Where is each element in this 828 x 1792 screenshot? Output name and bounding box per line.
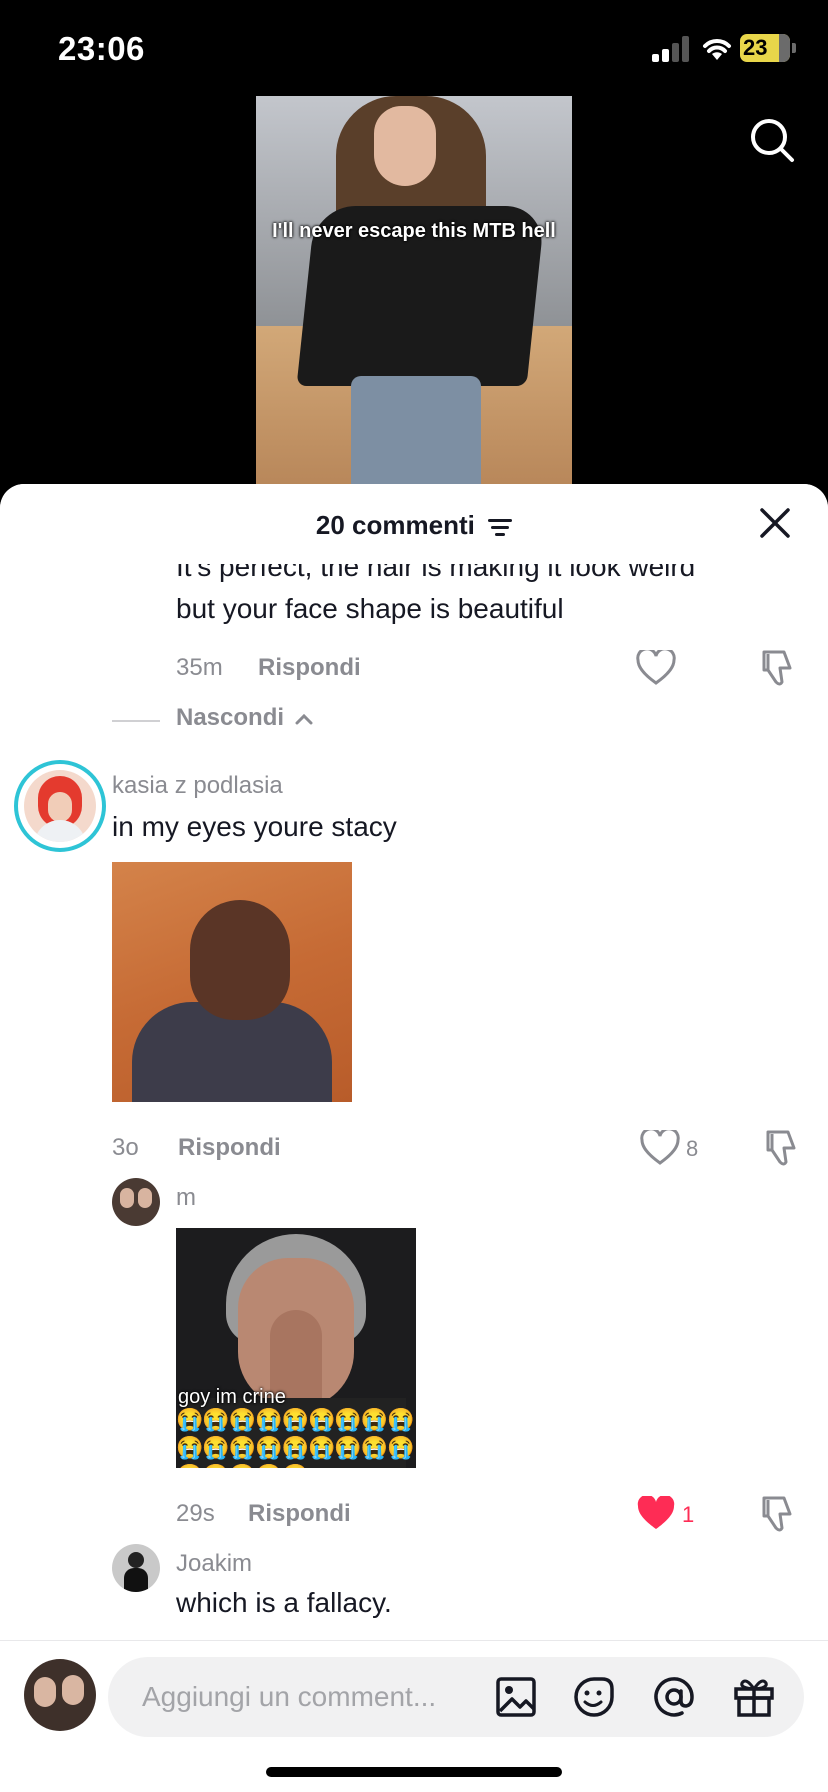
- battery-icon: 23: [740, 34, 790, 62]
- hide-replies-label: Nascondi: [176, 704, 285, 731]
- comments-sheet: It’s perfect, the hair is making it look…: [0, 484, 828, 1792]
- search-icon[interactable]: [748, 116, 796, 164]
- video-player[interactable]: I'll never escape this MTB hell: [256, 96, 572, 484]
- hide-replies-button[interactable]: Nascondi: [176, 704, 313, 732]
- image-icon[interactable]: [494, 1675, 538, 1719]
- status-time: 23:06: [58, 30, 145, 67]
- heart-filled-icon[interactable]: [636, 1496, 676, 1532]
- reply-button[interactable]: Rispondi: [258, 654, 361, 682]
- video-caption: I'll never escape this MTB hell: [272, 220, 556, 242]
- battery-level: 23: [743, 35, 768, 60]
- chevron-up-icon: [295, 713, 313, 725]
- comment-count-label: 20 commenti: [315, 510, 475, 540]
- status-bar: 23:06 23: [0, 0, 828, 96]
- reply-button[interactable]: Rispondi: [178, 1134, 281, 1162]
- divider-line: [112, 720, 160, 722]
- comment-input[interactable]: Aggiungi un comment...: [108, 1657, 804, 1737]
- comment-count[interactable]: 20 commenti: [0, 510, 828, 541]
- comment-gif[interactable]: goy im crine 😭😭😭😭😭😭😭😭😭😭😭😭😭😭😭😭😭😭😭😭😭😭😭: [176, 1228, 416, 1468]
- comment-username[interactable]: m: [176, 1184, 196, 1212]
- dislike-icon[interactable]: [756, 648, 796, 688]
- like-count: 1: [682, 1502, 695, 1527]
- gift-icon[interactable]: [732, 1675, 776, 1719]
- dislike-icon[interactable]: [756, 1494, 796, 1534]
- avatar[interactable]: [24, 1659, 96, 1731]
- like-count: 8: [686, 1136, 699, 1161]
- comment-input-placeholder: Aggiungi un comment...: [142, 1681, 437, 1712]
- at-icon[interactable]: [652, 1675, 696, 1719]
- comment-time: 3o: [112, 1134, 139, 1161]
- comment-text-line: but your face shape is beautiful: [176, 593, 564, 624]
- gif-emojis: 😭😭😭😭😭😭😭😭😭😭😭😭😭😭😭😭😭😭😭😭😭😭😭: [176, 1407, 415, 1468]
- comment-gif[interactable]: [112, 862, 352, 1102]
- avatar[interactable]: [14, 760, 106, 852]
- comment-text: which is a fallacy.: [176, 1587, 392, 1618]
- comments-header: 20 commenti: [0, 484, 828, 564]
- comment-username[interactable]: kasia z podlasia: [112, 772, 283, 800]
- emoji-icon[interactable]: [572, 1675, 616, 1719]
- wifi-icon: [703, 39, 731, 60]
- heart-icon[interactable]: [640, 1130, 680, 1166]
- avatar[interactable]: [112, 1178, 160, 1226]
- battery-tip: [792, 43, 796, 53]
- comment-text: in my eyes youre stacy: [112, 811, 397, 842]
- cellular-signal-icon: [652, 36, 692, 62]
- dislike-icon[interactable]: [760, 1128, 800, 1168]
- filter-icon[interactable]: [488, 517, 513, 537]
- home-indicator: [266, 1767, 562, 1777]
- comment-time: 29s: [176, 1500, 215, 1527]
- close-icon[interactable]: [756, 504, 794, 542]
- comment-time: 35m: [176, 654, 223, 681]
- avatar[interactable]: [112, 1544, 160, 1592]
- reply-button[interactable]: Rispondi: [248, 1500, 351, 1528]
- heart-icon[interactable]: [636, 650, 676, 686]
- comment-composer: Aggiungi un comment...: [0, 1640, 828, 1792]
- comment-username[interactable]: Joakim: [176, 1550, 252, 1578]
